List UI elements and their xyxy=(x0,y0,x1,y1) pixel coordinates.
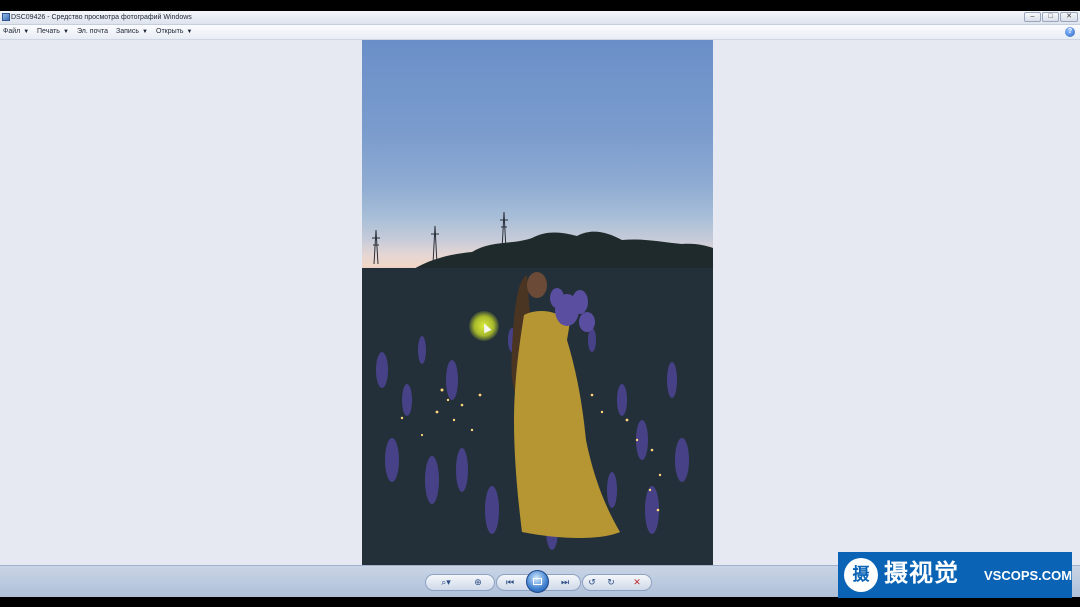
head xyxy=(527,272,547,298)
title-bar[interactable]: DSC09426 - Средство просмотра фотографий… xyxy=(0,11,1080,25)
watermark-logo: 摄 xyxy=(844,558,878,592)
watermark-brand-en: VSCOPS.COM xyxy=(984,568,1073,583)
image-viewport xyxy=(0,40,1080,565)
menu-email[interactable]: Эл. почта xyxy=(77,25,108,39)
displayed-photo[interactable] xyxy=(362,40,713,565)
photo-illustration xyxy=(362,211,713,565)
app-icon xyxy=(2,13,10,21)
delete-icon[interactable]: ✕ xyxy=(628,575,646,590)
menu-print-label: Печать xyxy=(37,28,60,35)
close-button[interactable]: ✕ xyxy=(1060,12,1078,22)
zoom-icon[interactable]: ⌕▾ xyxy=(436,575,456,590)
chevron-down-icon: ▼ xyxy=(186,29,193,35)
menu-email-label: Эл. почта xyxy=(77,28,108,35)
maximize-button[interactable]: □ xyxy=(1042,12,1059,22)
window-title: DSC09426 - Средство просмотра фотографий… xyxy=(11,14,192,21)
photo-viewer-window: DSC09426 - Средство просмотра фотографий… xyxy=(0,11,1080,597)
previous-icon[interactable]: ⏮ xyxy=(500,575,520,590)
menu-print[interactable]: Печать ▼ xyxy=(37,25,69,39)
help-icon[interactable]: ? xyxy=(1065,27,1075,37)
chevron-down-icon: ▼ xyxy=(23,29,30,35)
chevron-down-icon: ▼ xyxy=(141,29,148,35)
chevron-down-icon: ▼ xyxy=(62,29,69,35)
slideshow-icon xyxy=(533,578,542,585)
menu-burn-label: Запись xyxy=(116,28,139,35)
menu-open-label: Открыть xyxy=(156,28,184,35)
menu-bar: Файл ▼ Печать ▼ Эл. почта Запись ▼ Открыть ▼… xyxy=(0,25,1080,40)
slideshow-button[interactable] xyxy=(526,570,549,593)
menu-burn[interactable]: Запись ▼ xyxy=(116,25,148,39)
menu-open[interactable]: Открыть ▼ xyxy=(156,25,192,39)
site-watermark: 摄 摄视觉 VSCOPS.COM xyxy=(838,552,1072,598)
rotate-left-icon[interactable]: ↺ xyxy=(584,575,600,590)
fit-window-icon[interactable]: ⊕ xyxy=(468,575,488,590)
next-icon[interactable]: ⏭ xyxy=(555,575,575,590)
rotate-right-icon[interactable]: ↻ xyxy=(603,575,619,590)
menu-file-label: Файл xyxy=(3,28,21,35)
watermark-brand-cn: 摄视觉 xyxy=(884,560,959,587)
minimize-button[interactable]: – xyxy=(1024,12,1041,22)
menu-file[interactable]: Файл ▼ xyxy=(3,25,29,39)
